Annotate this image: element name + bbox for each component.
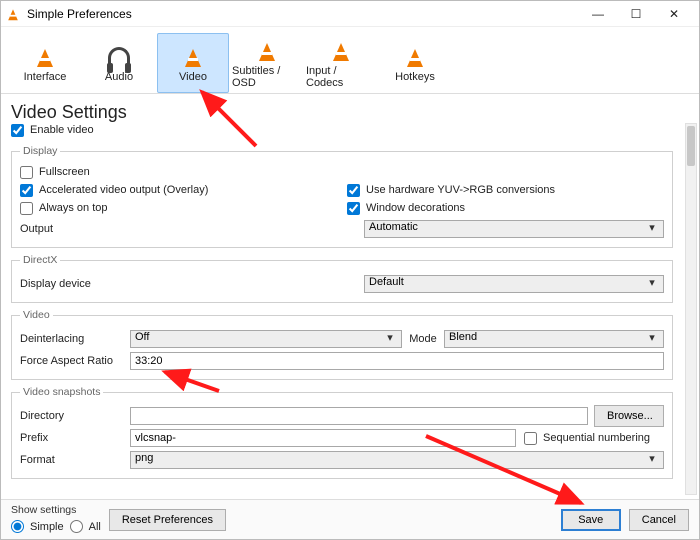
tab-input-codecs[interactable]: Input / Codecs (305, 33, 377, 93)
output-dropdown[interactable]: Automatic▾ (364, 220, 664, 238)
display-legend: Display (20, 145, 60, 157)
all-radio[interactable] (70, 520, 83, 533)
snapshots-legend: Video snapshots (20, 386, 103, 398)
cone-icon (325, 37, 357, 65)
video-legend: Video (20, 309, 53, 321)
window-title: Simple Preferences (27, 7, 579, 21)
yuv-rgb-checkbox[interactable] (347, 184, 360, 197)
prefix-label: Prefix (20, 432, 130, 444)
directx-legend: DirectX (20, 254, 60, 266)
settings-scroll-area: Enable video Display Fullscreen Accelera… (1, 121, 683, 497)
close-button[interactable]: ✕ (655, 1, 693, 27)
mode-label: Mode (402, 333, 444, 345)
fullscreen-checkbox[interactable] (20, 166, 33, 179)
maximize-button[interactable]: ☐ (617, 1, 655, 27)
mode-dropdown[interactable]: Blend▾ (444, 330, 664, 348)
browse-button[interactable]: Browse... (594, 405, 664, 427)
sequential-numbering-checkbox[interactable] (524, 432, 537, 445)
cone-icon (29, 43, 61, 71)
chevron-down-icon: ▾ (645, 221, 659, 237)
tab-video[interactable]: Video (157, 33, 229, 93)
footer: Show settings Simple All Reset Preferenc… (1, 499, 699, 539)
chevron-down-icon: ▾ (383, 331, 397, 347)
chevron-down-icon: ▾ (645, 276, 659, 292)
display-device-dropdown[interactable]: Default▾ (364, 275, 664, 293)
vertical-scrollbar[interactable] (685, 123, 697, 495)
app-icon (7, 7, 21, 21)
titlebar: Simple Preferences — ☐ ✕ (1, 1, 699, 27)
reset-preferences-button[interactable]: Reset Preferences (109, 509, 226, 531)
force-aspect-ratio-input[interactable] (130, 352, 664, 370)
deinterlacing-label: Deinterlacing (20, 333, 130, 345)
deinterlacing-dropdown[interactable]: Off▾ (130, 330, 402, 348)
directx-group: DirectX Display device Default▾ (11, 254, 673, 303)
category-toolbar: Interface Audio Video Subtitles / OSD In… (1, 27, 699, 94)
cancel-button[interactable]: Cancel (629, 509, 689, 531)
enable-video-label: Enable video (30, 124, 94, 136)
video-group: Video Deinterlacing Off▾ Mode Blend▾ For… (11, 309, 673, 380)
output-label: Output (20, 223, 130, 235)
show-settings-label: Show settings (11, 504, 101, 516)
snapshots-group: Video snapshots Directory Browse... Pref… (11, 386, 673, 479)
display-group: Display Fullscreen Accelerated video out… (11, 145, 673, 248)
enable-video-checkbox[interactable] (11, 124, 24, 137)
tab-interface[interactable]: Interface (9, 33, 81, 93)
window-decorations-checkbox[interactable] (347, 202, 360, 215)
cone-icon (399, 43, 431, 71)
accel-output-checkbox[interactable] (20, 184, 33, 197)
directory-label: Directory (20, 410, 130, 422)
cone-icon (177, 43, 209, 71)
tab-audio[interactable]: Audio (83, 33, 155, 93)
prefix-input[interactable] (130, 429, 516, 447)
always-on-top-checkbox[interactable] (20, 202, 33, 215)
tab-subtitles[interactable]: Subtitles / OSD (231, 33, 303, 93)
cone-icon (251, 37, 283, 65)
headphones-icon (103, 43, 135, 71)
chevron-down-icon: ▾ (645, 452, 659, 468)
save-button[interactable]: Save (561, 509, 621, 531)
scrollbar-thumb[interactable] (687, 126, 695, 166)
force-aspect-ratio-label: Force Aspect Ratio (20, 355, 130, 367)
directory-input[interactable] (130, 407, 588, 425)
display-device-label: Display device (20, 278, 130, 290)
format-label: Format (20, 454, 130, 466)
chevron-down-icon: ▾ (645, 331, 659, 347)
format-dropdown[interactable]: png▾ (130, 451, 664, 469)
tab-hotkeys[interactable]: Hotkeys (379, 33, 451, 93)
simple-radio[interactable] (11, 520, 24, 533)
minimize-button[interactable]: — (579, 1, 617, 27)
